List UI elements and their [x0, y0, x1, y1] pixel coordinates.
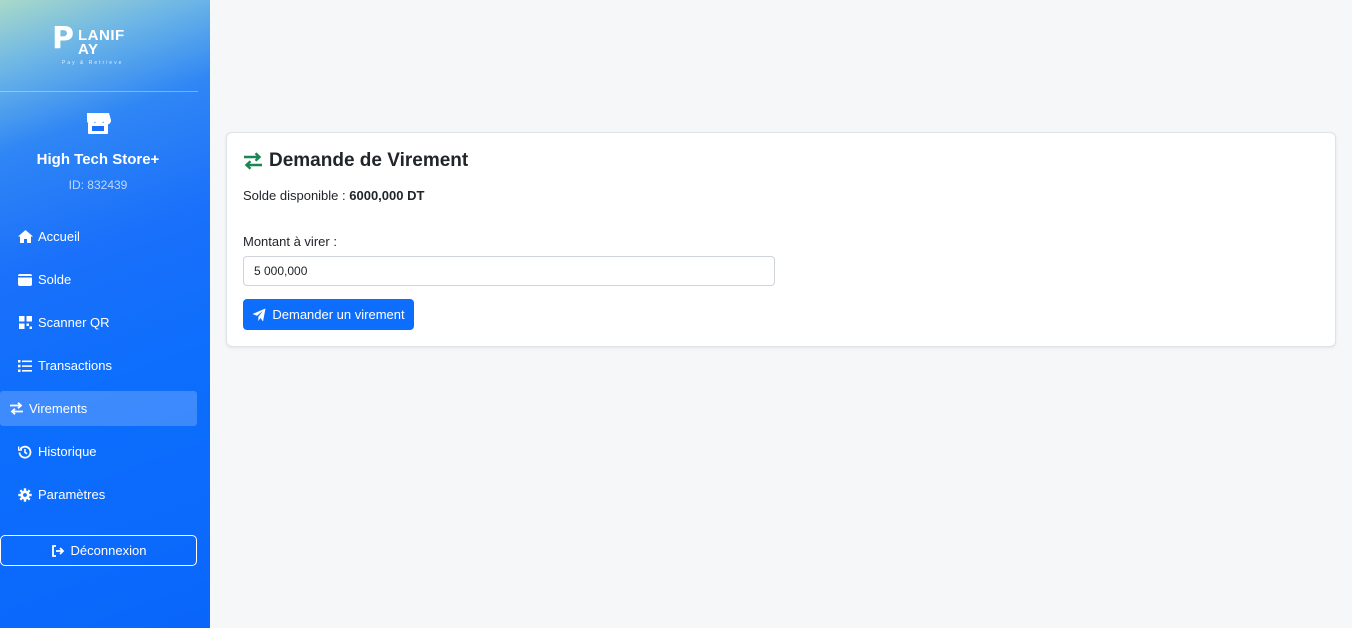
store-name: High Tech Store+	[36, 151, 160, 168]
logo-line-2: AY	[78, 41, 99, 58]
balance-value: 6000,000 DT	[349, 188, 425, 203]
gear-icon	[17, 487, 33, 502]
sidebar-item-label: Accueil	[38, 229, 80, 244]
logo-letter: P	[52, 21, 74, 56]
sidebar-item-solde[interactable]: Solde	[0, 262, 197, 297]
sidebar-item-label: Scanner QR	[38, 315, 110, 330]
paper-plane-icon	[252, 308, 266, 322]
sidebar-item-transactions[interactable]: Transactions	[0, 348, 197, 383]
store-id: ID: 832439	[68, 178, 128, 192]
sidebar-item-label: Virements	[29, 401, 88, 416]
logout-button[interactable]: Déconnexion	[0, 535, 197, 566]
sidebar-nav: Accueil Solde Scanner QR Transactions Vi…	[0, 219, 197, 520]
request-transfer-label: Demander un virement	[272, 307, 405, 322]
page-title: Demande de Virement	[243, 150, 468, 172]
amount-label: Montant à virer :	[243, 234, 337, 249]
balance-line: Solde disponible : 6000,000 DT	[243, 188, 424, 203]
sidebar-item-virements[interactable]: Virements	[0, 391, 197, 426]
balance-label: Solde disponible :	[243, 188, 346, 203]
sidebar-item-label: Historique	[38, 444, 97, 459]
sidebar-item-label: Solde	[38, 272, 72, 287]
transfer-icon	[8, 402, 24, 416]
list-icon	[17, 359, 33, 373]
sidebar-item-label: Paramètres	[38, 487, 106, 502]
request-transfer-button[interactable]: Demander un virement	[243, 299, 414, 330]
sidebar: P LANIF AY Pay & Retrieve High Tech Stor…	[0, 0, 210, 628]
page-title-text: Demande de Virement	[269, 150, 469, 171]
sidebar-item-scanner-qr[interactable]: Scanner QR	[0, 305, 197, 340]
sign-out-icon	[51, 544, 65, 557]
sidebar-item-parametres[interactable]: Paramètres	[0, 477, 197, 512]
transfer-request-card: Demande de Virement Solde disponible : 6…	[226, 132, 1336, 347]
sidebar-item-accueil[interactable]: Accueil	[0, 219, 197, 254]
logout-label: Déconnexion	[70, 543, 147, 558]
qr-icon	[17, 316, 33, 330]
sidebar-item-label: Transactions	[38, 358, 112, 373]
transfer-icon	[243, 152, 263, 170]
home-icon	[17, 230, 33, 244]
logo-tagline: Pay & Retrieve	[62, 60, 124, 66]
sidebar-item-historique[interactable]: Historique	[0, 434, 197, 469]
wallet-icon	[17, 273, 33, 287]
sidebar-divider	[0, 91, 198, 92]
amount-input[interactable]	[243, 256, 775, 286]
planif-pay-logo[interactable]: P LANIF AY Pay & Retrieve	[50, 22, 150, 70]
history-icon	[17, 445, 33, 459]
store-icon	[84, 109, 112, 137]
